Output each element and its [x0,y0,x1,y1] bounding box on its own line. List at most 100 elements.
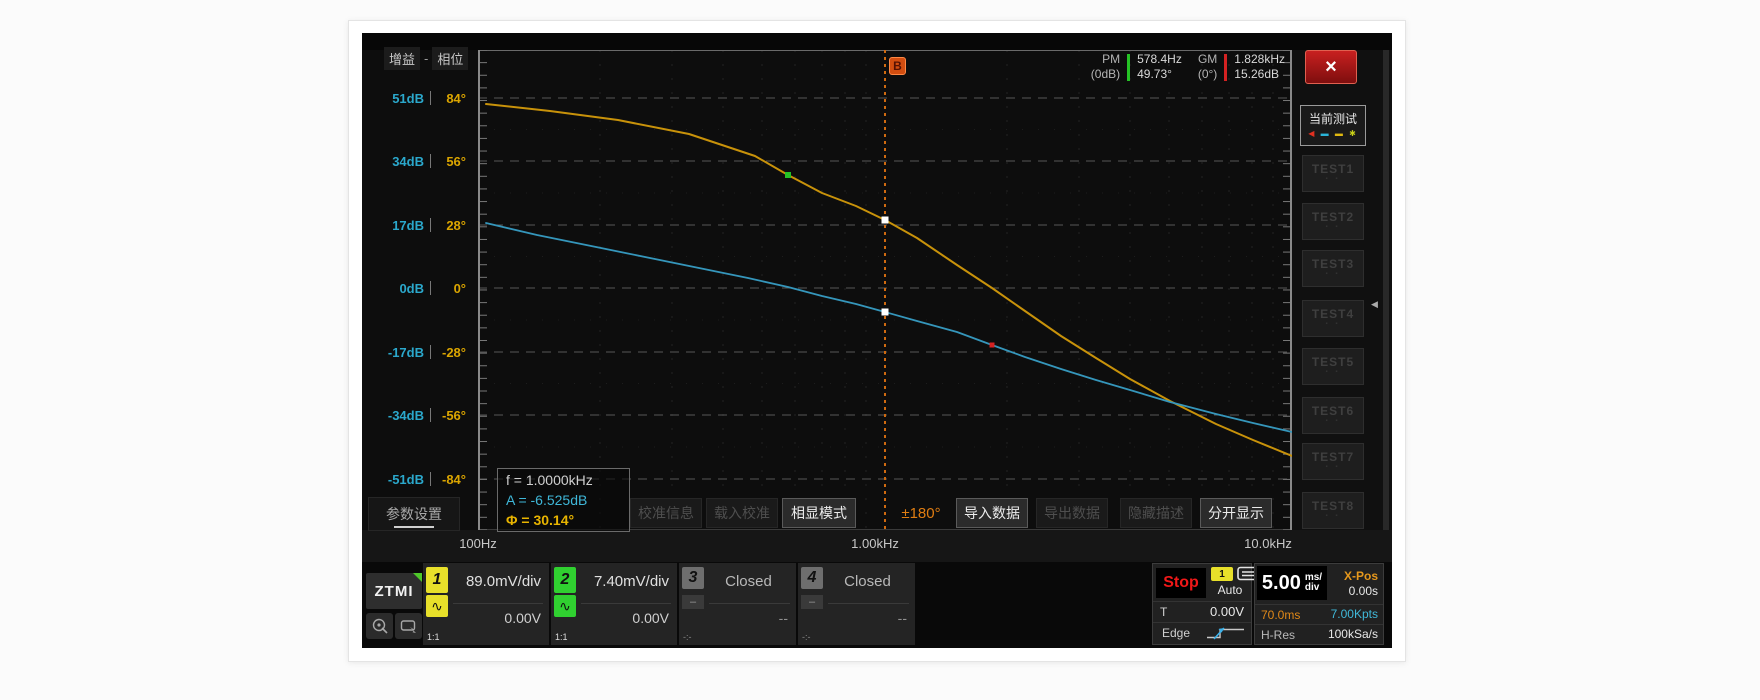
y-axis-row: 0dB0° [362,279,474,297]
timebase-scale-box[interactable]: 5.00 ms/div [1257,566,1327,600]
test-label: TEST5 [1303,355,1363,369]
memory-depth: 7.00Kpts [1331,607,1378,621]
channel-2-offset: 0.00V [632,610,669,626]
channel-4-badge: 4 [801,567,823,589]
test-label: TEST7 [1303,450,1363,464]
tick-separator [430,408,431,422]
test1-button[interactable]: TEST1▪ ▪ [1302,155,1364,192]
pm-value: 49.73° [1137,67,1182,82]
deg-tick: 0° [435,281,474,296]
channel-3-state: Closed [709,573,788,590]
test7-button[interactable]: TEST7▪ ▪ [1302,443,1364,480]
gm-value: 15.26dB [1234,67,1285,82]
test5-button[interactable]: TEST5▪ ▪ [1302,348,1364,385]
menu-split-display[interactable]: 分开显示 [1200,498,1272,528]
pm-marker [785,172,791,178]
probe-ratio: 1:1 [555,632,568,642]
deg-tick: 84° [435,91,474,106]
xpos-value: 0.00s [1349,584,1378,598]
y-axis-row: -34dB -56° [362,406,474,424]
test-dashes: ▪ ▪ [1303,321,1363,327]
cursor-frequency: f = 1.0000kHz [506,470,621,490]
brand-logo: ZTMI [366,573,422,609]
channel-2-scale: 7.40mV/div [594,573,669,590]
test-dashes: ▪ ▪ [1303,271,1363,277]
test8-button[interactable]: TEST8▪ ▪ [1302,492,1364,529]
menu-import-data[interactable]: 导入数据 [956,498,1028,528]
parameter-settings-button[interactable]: 参数设置 [368,497,460,531]
touch-icon[interactable] [366,613,393,639]
menu-export-data[interactable]: 导出数据 [1036,498,1108,528]
gain-margin: GM(0°) 1.828kHz15.26dB [1198,52,1285,82]
cursor-readout: f = 1.0000kHz A = -6.525dB Φ = 30.14° [497,468,630,532]
cursor-amplitude: A = -6.525dB [506,490,621,510]
channel-1-block[interactable]: 1 ∿ 1:1 89.0mV/div 0.00V [423,563,549,645]
trigger-panel[interactable]: Stop 1 Auto T 0.00V Edge [1152,563,1252,645]
tick-separator [430,218,431,232]
tick-separator [430,472,431,486]
db-tick: 17dB [362,218,424,233]
y-axis-row: 17dB28° [362,216,474,234]
channel-4-block[interactable]: 4 – -:- Closed -- [798,563,915,645]
cursor-b-handle[interactable]: B [889,57,906,75]
channel-3-badge: 3 [682,567,704,589]
x-tick-10khz: 10.0kHz [1228,536,1308,551]
gm-color-bar [1224,54,1227,81]
rising-edge-icon [1205,625,1247,646]
trigger-level-label: T [1160,605,1167,619]
test2-button[interactable]: TEST2▪ ▪ [1302,203,1364,240]
waveform-icon: ∿ [554,595,576,617]
phase-trace-indicator: ▬ [1335,129,1345,138]
run-state[interactable]: Stop [1156,568,1206,598]
side-scrollbar[interactable] [1383,50,1389,530]
db-tick: -17dB [362,345,424,360]
y-axis-row: -51dB-84° [362,470,474,488]
test6-button[interactable]: TEST6▪ ▪ [1302,397,1364,434]
test-label: TEST6 [1303,404,1363,418]
channel-2-block[interactable]: 2 ∿ 1:1 7.40mV/div 0.00V [551,563,677,645]
cursor-phase-marker [882,217,889,224]
channel-off-icon: – [801,595,823,609]
channel-3-block[interactable]: 3 – -:- Closed -- [679,563,796,645]
channel-2-badge: 2 [554,567,576,593]
arrow-indicator: ◀ [1308,129,1316,138]
brand-corner-flag [413,573,422,582]
trigger-source-badge: 1 [1211,567,1233,581]
timebase-scale: 5.00 [1262,572,1301,595]
underline [394,526,434,528]
test-dashes: ▪ ▪ [1303,369,1363,375]
test4-button[interactable]: TEST4▪ ▪ [1302,300,1364,337]
channel-1-scale: 89.0mV/div [466,573,541,590]
menu-load-calibration[interactable]: 载入校准 [706,498,778,528]
time-window: 70.0ms [1261,608,1300,622]
db-tick: -34dB [362,408,424,423]
menu-hide-description[interactable]: 隐藏描述 [1120,498,1192,528]
pm-label: PM [1091,52,1120,67]
bode-plot [478,50,1292,530]
deg-tick: 56° [435,154,474,169]
trigger-mode: Auto [1209,583,1251,597]
pm-color-bar [1127,54,1130,81]
menu-phase-range-value[interactable]: ±180° [890,498,952,528]
current-test-button[interactable]: 当前测试 ◀ ▬ ▬ ✱ [1300,105,1366,146]
phase-axis-label: 相位 [432,47,468,70]
test-label: TEST8 [1303,499,1363,513]
gesture-icon[interactable] [395,613,422,639]
test-label: TEST4 [1303,307,1363,321]
channel-4-state: Closed [828,573,907,590]
deg-tick: -56° [435,408,474,423]
test3-button[interactable]: TEST3▪ ▪ [1302,250,1364,287]
test-dashes: ▪ ▪ [1303,418,1363,424]
gm-label: GM [1198,52,1217,67]
test-label: TEST3 [1303,257,1363,271]
gm-freq: 1.828kHz [1234,52,1285,67]
top-strip [362,33,1392,50]
menu-calibration-info[interactable]: 校准信息 [630,498,702,528]
timebase-panel[interactable]: 5.00 ms/div X-Pos 0.00s 70.0ms 7.00Kpts … [1254,563,1384,645]
pm-ref: (0dB) [1091,67,1120,82]
panel-collapse-arrow[interactable]: ◀ [1371,299,1378,310]
xpos-label: X-Pos [1344,569,1378,583]
close-button[interactable]: × [1305,50,1357,84]
y-axis-row: 51dB84° [362,89,474,107]
menu-phase-display-mode[interactable]: 相显模式 [782,498,856,528]
